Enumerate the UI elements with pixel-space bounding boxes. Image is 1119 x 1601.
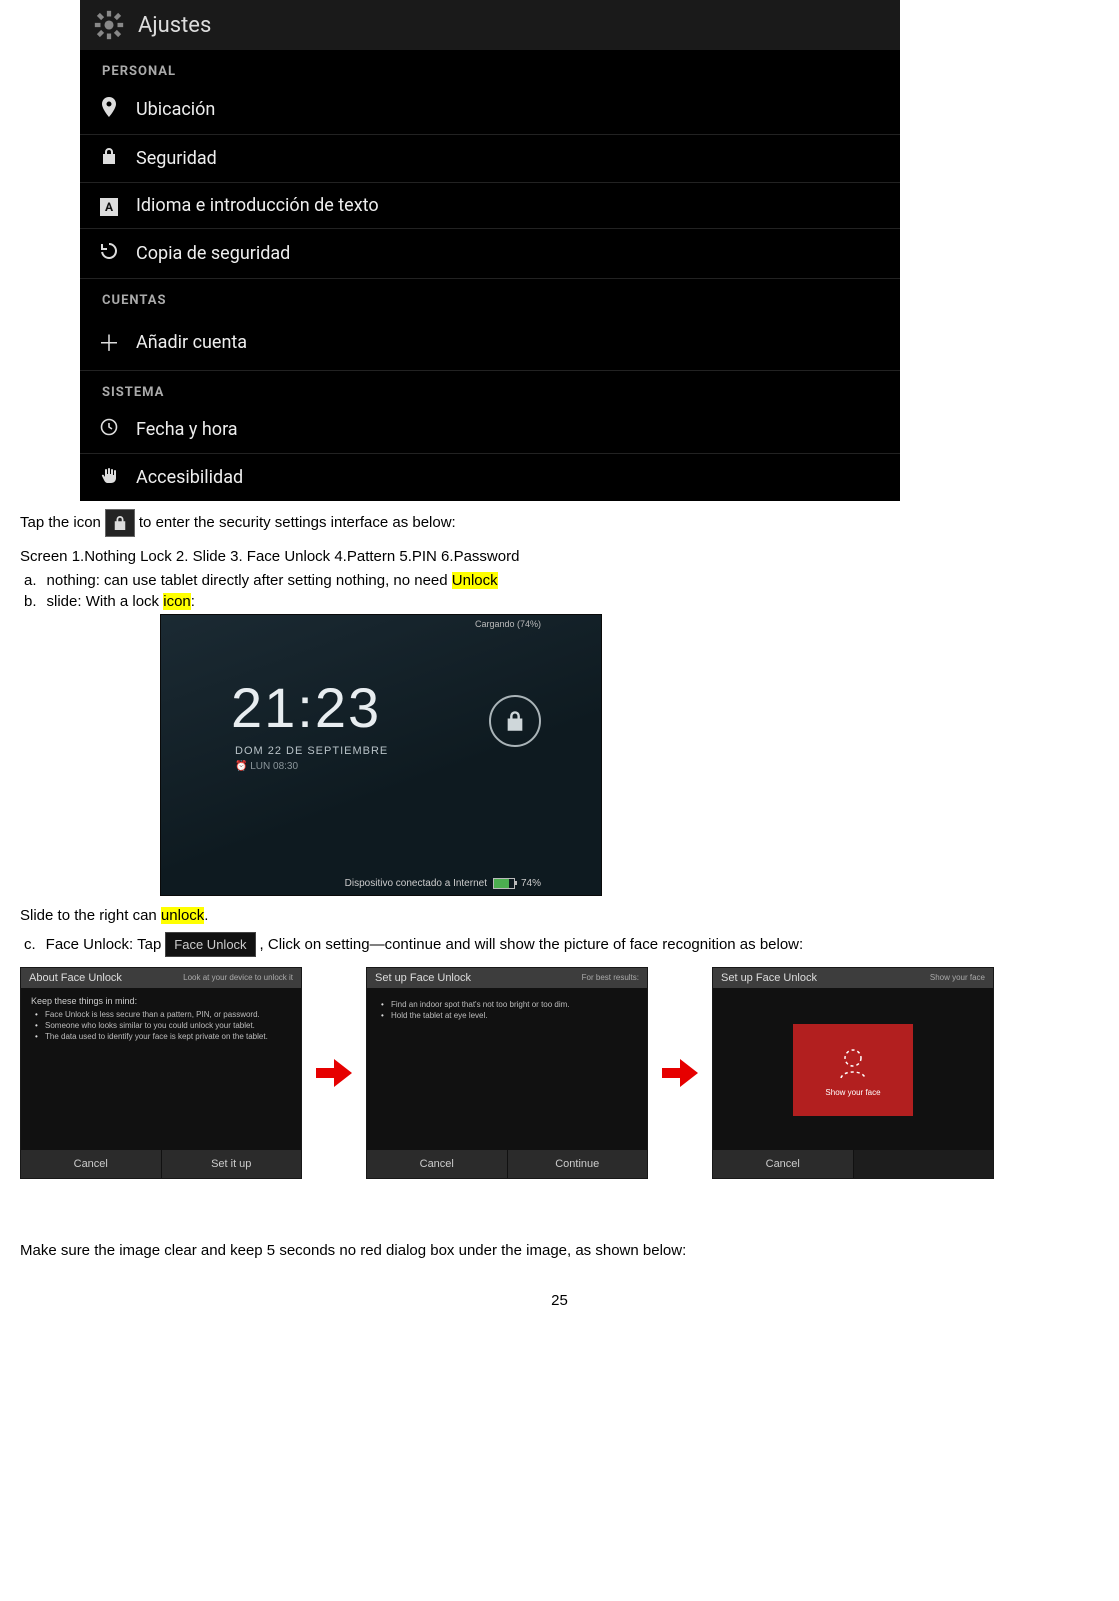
settings-screenshot: Ajustes PERSONAL Ubicación Seguridad A I… (80, 0, 900, 501)
lock-ring-icon[interactable] (489, 695, 541, 747)
highlight-icon: icon (163, 593, 191, 610)
settings-row-label: Accesibilidad (136, 467, 243, 488)
clock-icon (98, 418, 120, 441)
highlight-unlock2: unlock (161, 907, 204, 924)
battery-icon (493, 878, 515, 889)
keyboard-a-icon: A (98, 195, 120, 216)
category-personal: PERSONAL (80, 50, 900, 85)
disabled-slot (853, 1150, 994, 1178)
lockscreen-alarm: ⏰ LUN 08:30 (235, 761, 298, 772)
charging-status: Cargando (74%) (475, 619, 541, 629)
category-cuentas: CUENTAS (80, 279, 900, 314)
cancel-button[interactable]: Cancel (367, 1150, 507, 1178)
continue-button[interactable]: Continue (507, 1150, 648, 1178)
lock-icon (98, 147, 120, 170)
hand-icon (98, 466, 120, 489)
final-paragraph: Make sure the image clear and keep 5 sec… (20, 1239, 1099, 1262)
panel-body-head: Keep these things in mind: (31, 996, 291, 1006)
settings-row-label: Fecha y hora (136, 419, 238, 440)
setup-button[interactable]: Set it up (161, 1150, 302, 1178)
settings-row-label: Añadir cuenta (136, 332, 247, 353)
panel-subtitle: Show your face (930, 973, 985, 982)
settings-row-label: Idioma e introducción de texto (136, 195, 379, 216)
settings-row-accesibilidad[interactable]: Accesibilidad (80, 454, 900, 501)
battery-percent: 74% (521, 878, 541, 889)
settings-row-seguridad[interactable]: Seguridad (80, 135, 900, 183)
gear-icon (92, 8, 126, 42)
panel-title: Set up Face Unlock (375, 972, 471, 984)
slide-line: Slide to the right can unlock. (20, 904, 1099, 927)
panel-title: About Face Unlock (29, 972, 122, 984)
page-number: 25 (20, 1292, 1099, 1309)
settings-row-idioma[interactable]: A Idioma e introducción de texto (80, 183, 900, 229)
panel-bullet: Find an indoor spot that's not too brigh… (381, 1000, 637, 1009)
cancel-button[interactable]: Cancel (713, 1150, 853, 1178)
face-capture-box: Show your face (793, 1024, 913, 1116)
panel-bullet: Face Unlock is less secure than a patter… (35, 1010, 291, 1019)
option-a: a. nothing: can use tablet directly afte… (24, 572, 1099, 589)
face-outline-icon (833, 1042, 873, 1082)
option-b: b. slide: With a lock icon: (24, 593, 1099, 610)
location-pin-icon (98, 97, 120, 122)
face-unlock-button[interactable]: Face Unlock (165, 932, 255, 957)
settings-row-label: Copia de seguridad (136, 243, 290, 264)
lockscreen-time: 21:23 (231, 675, 381, 740)
options-list: a. nothing: can use tablet directly afte… (24, 572, 1099, 610)
lockscreen-footer: Dispositivo conectado a Internet 74% (345, 878, 541, 889)
panel-bullet: Hold the tablet at eye level. (381, 1011, 637, 1020)
lockscreen-screenshot: Cargando (74%) 21:23 DOM 22 DE SEPTIEMBR… (160, 614, 602, 896)
plus-icon: ＋ (98, 326, 120, 358)
face-capture-caption: Show your face (825, 1088, 880, 1097)
settings-row-label: Ubicación (136, 99, 215, 120)
option-c: c. Face Unlock: Tap Face Unlock, Click o… (24, 932, 1099, 957)
face-unlock-flow: About Face Unlock Look at your device to… (20, 967, 1099, 1179)
panel-about-face: About Face Unlock Look at your device to… (20, 967, 302, 1179)
settings-row-label: Seguridad (136, 148, 217, 169)
panel-subtitle: For best results: (582, 973, 639, 982)
panel-setup-face-1: Set up Face Unlock For best results: Fin… (366, 967, 648, 1179)
panel-subtitle: Look at your device to unlock it (183, 973, 293, 982)
settings-row-fecha[interactable]: Fecha y hora (80, 406, 900, 454)
lockscreen-date: DOM 22 DE SEPTIEMBRE (235, 745, 388, 757)
settings-title: Ajustes (138, 13, 211, 38)
cancel-button[interactable]: Cancel (21, 1150, 161, 1178)
arrow-right-icon (316, 1059, 352, 1087)
settings-row-copia[interactable]: Copia de seguridad (80, 229, 900, 279)
settings-row-add-account[interactable]: ＋ Añadir cuenta (80, 314, 900, 371)
highlight-unlock: Unlock (452, 572, 498, 589)
panel-bullet: The data used to identify your face is k… (35, 1032, 291, 1041)
arrow-right-icon (662, 1059, 698, 1087)
panel-title: Set up Face Unlock (721, 972, 817, 984)
category-sistema: SISTEMA (80, 371, 900, 406)
restore-icon (98, 241, 120, 266)
panel-bullet: Someone who looks similar to you could u… (35, 1021, 291, 1030)
settings-row-ubicacion[interactable]: Ubicación (80, 85, 900, 135)
settings-header: Ajustes (80, 0, 900, 50)
lock-inline-icon (105, 509, 135, 537)
panel-setup-face-2: Set up Face Unlock Show your face Show y… (712, 967, 994, 1179)
screen-options-line: Screen 1.Nothing Lock 2. Slide 3. Face U… (20, 545, 1099, 568)
paragraph-tap-icon: Tap the icon to enter the security setti… (20, 509, 1099, 537)
